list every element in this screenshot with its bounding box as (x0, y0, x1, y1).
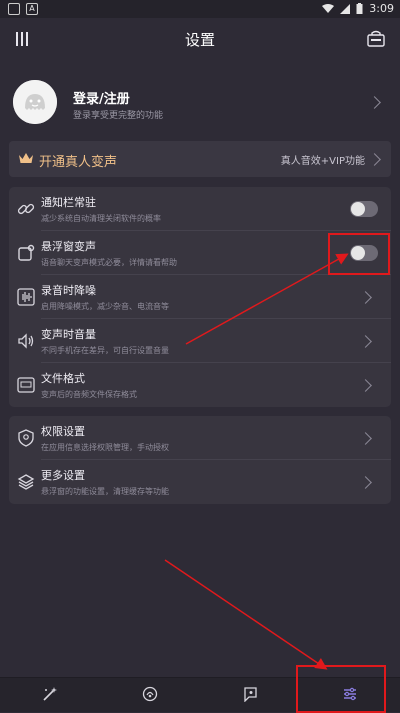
annotation-arrows (164, 253, 349, 670)
